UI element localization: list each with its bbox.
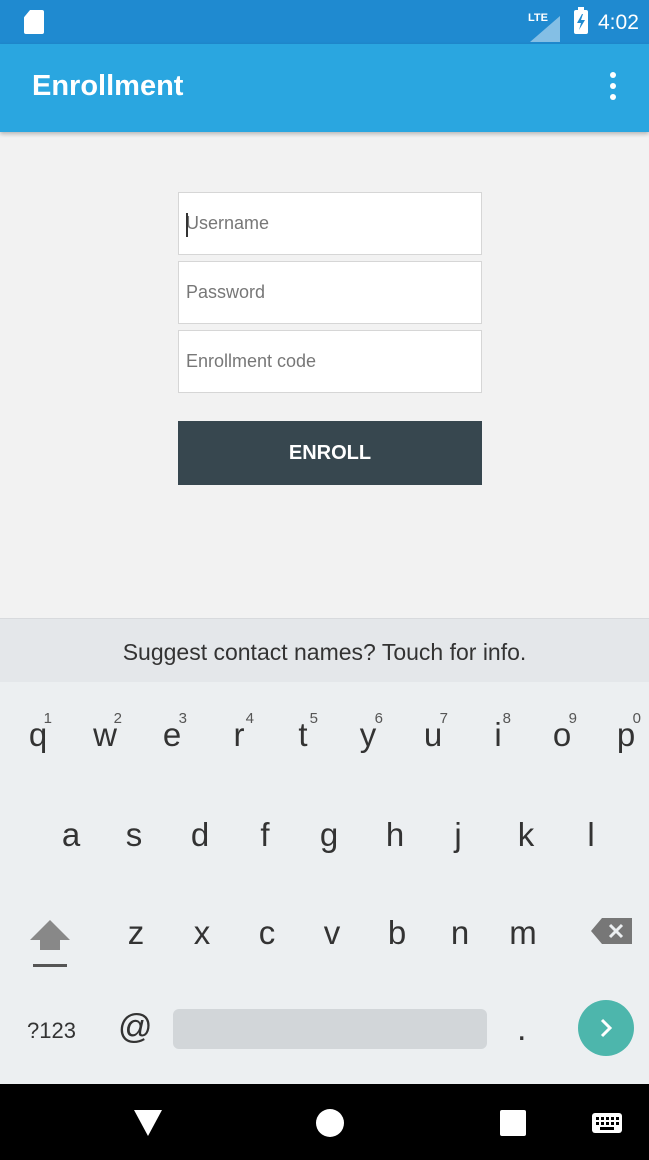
backspace-icon [591, 918, 632, 944]
period-key[interactable]: . [517, 1010, 526, 1049]
go-key[interactable] [578, 1000, 634, 1056]
key-i[interactable]: i8 [483, 710, 513, 754]
key-r[interactable]: r4 [222, 710, 256, 754]
key-d[interactable]: d [184, 816, 216, 854]
shift-arrow-icon [30, 920, 70, 967]
battery-charging-icon [574, 7, 588, 34]
key-o[interactable]: o9 [545, 710, 579, 754]
overflow-menu-icon[interactable] [606, 72, 620, 108]
enrollment-code-field[interactable] [178, 330, 482, 393]
key-u[interactable]: u7 [416, 710, 450, 754]
key-w[interactable]: w2 [86, 710, 124, 754]
key-y[interactable]: y6 [351, 710, 385, 754]
key-e[interactable]: e3 [155, 710, 189, 754]
enroll-button[interactable]: ENROLL [178, 421, 482, 485]
key-t[interactable]: t5 [286, 710, 320, 754]
chevron-right-icon [600, 1018, 613, 1038]
key-q[interactable]: q1 [22, 710, 54, 754]
at-key[interactable]: @ [118, 1008, 153, 1047]
key-x[interactable]: x [186, 914, 218, 952]
key-v[interactable]: v [316, 914, 348, 952]
status-bar: LTE 4:02 [0, 0, 649, 44]
password-field[interactable] [178, 261, 482, 324]
key-l[interactable]: l [579, 816, 603, 854]
home-icon[interactable] [316, 1109, 344, 1137]
key-m[interactable]: m [503, 914, 543, 952]
backspace-key[interactable] [590, 916, 634, 946]
text-cursor [186, 213, 188, 237]
enrollment-code-input[interactable] [179, 331, 481, 392]
app-bar: Enrollment [0, 44, 649, 132]
page-title: Enrollment [32, 70, 184, 102]
key-n[interactable]: n [444, 914, 476, 952]
back-icon[interactable] [134, 1110, 162, 1136]
key-f[interactable]: f [251, 816, 279, 854]
key-g[interactable]: g [313, 816, 345, 854]
keyboard-switch-icon[interactable] [592, 1113, 622, 1133]
password-input[interactable] [179, 262, 481, 323]
key-h[interactable]: h [379, 816, 411, 854]
username-input[interactable] [179, 193, 481, 254]
key-s[interactable]: s [118, 816, 150, 854]
recents-icon[interactable] [500, 1110, 526, 1136]
key-z[interactable]: z [120, 914, 152, 952]
suggestion-bar: Suggest contact names? Touch for info. [0, 618, 649, 682]
shift-key[interactable] [28, 918, 72, 970]
signal-icon [530, 16, 560, 42]
key-b[interactable]: b [381, 914, 413, 952]
key-j[interactable]: j [444, 816, 472, 854]
key-k[interactable]: k [510, 816, 542, 854]
key-p[interactable]: p0 [609, 710, 643, 754]
suggestion-text[interactable]: Suggest contact names? Touch for info. [0, 639, 649, 666]
sd-card-icon [24, 10, 44, 34]
key-c[interactable]: c [251, 914, 283, 952]
navigation-bar [0, 1084, 649, 1160]
space-key[interactable] [173, 1009, 487, 1049]
symbols-key[interactable]: ?123 [27, 1018, 76, 1044]
username-field[interactable] [178, 192, 482, 255]
soft-keyboard: q1 w2 e3 r4 t5 y6 u7 i8 o9 p0 a s d f g … [0, 682, 649, 1084]
key-a[interactable]: a [55, 816, 87, 854]
clock: 4:02 [598, 11, 639, 34]
